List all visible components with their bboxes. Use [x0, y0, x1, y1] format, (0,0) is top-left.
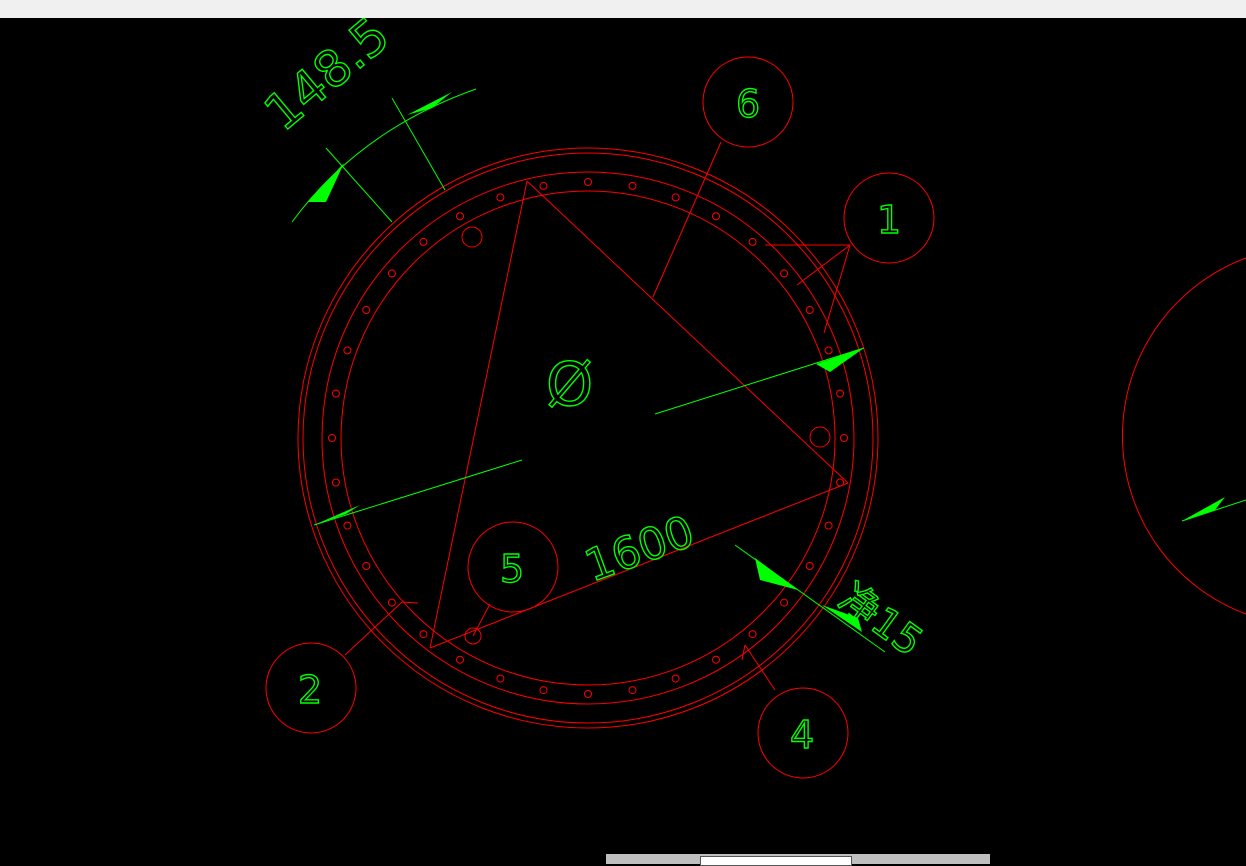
dimension-arrowheads: [308, 92, 1225, 632]
bolt-hole: [628, 181, 637, 190]
dim-clear-text: 净15: [830, 575, 931, 666]
bolt-hole: [328, 434, 336, 442]
large-hole-right: [809, 426, 831, 448]
bolt-hole: [331, 389, 340, 398]
callout-4-label: 4: [790, 713, 814, 757]
bolt-hole: [387, 598, 396, 607]
command-input-field[interactable]: [700, 856, 852, 866]
bolt-hole: [496, 193, 505, 202]
bolt-hole: [780, 269, 789, 278]
bolt-hole: [748, 630, 757, 639]
bolt-hole: [840, 434, 848, 442]
inner-triangle: [429, 180, 849, 649]
bolt-hole: [362, 306, 371, 314]
large-hole-top-left: [461, 226, 483, 248]
cad-drawing: 148.5 1600 Ø 净15 6 1 5 2 4: [253, 18, 1246, 779]
bolt-hole: [671, 674, 680, 683]
bolt-hole: [628, 686, 637, 695]
window-top-bar: [0, 0, 1246, 18]
dimension-texts: 148.5 1600 Ø 净15: [253, 18, 932, 666]
leader-lines: [344, 141, 851, 691]
bolt-circle-outer: [321, 171, 855, 705]
bolt-hole: [331, 478, 340, 487]
bolt-hole: [836, 389, 845, 398]
bolt-hole: [584, 690, 592, 698]
diameter-symbol: Ø: [546, 350, 593, 420]
bolt-hole: [805, 562, 814, 570]
bolt-hole: [419, 237, 428, 246]
bolt-hole: [387, 269, 396, 278]
callout-6-label: 6: [736, 82, 760, 126]
adjacent-flange-arc: [1122, 257, 1246, 615]
dim-diameter-text: 1600: [578, 506, 701, 592]
bolt-hole: [671, 193, 680, 202]
bolt-hole: [712, 212, 720, 221]
bolt-hole: [343, 346, 352, 355]
bolt-holes: [328, 178, 848, 698]
bolt-hole: [805, 306, 814, 314]
callout-2-label: 2: [298, 668, 322, 712]
callout-5-label: 5: [500, 547, 524, 591]
bolt-hole: [496, 674, 505, 683]
bolt-hole: [780, 598, 789, 607]
bolt-hole: [419, 630, 428, 639]
bolt-hole: [362, 562, 371, 570]
outer-circle: [297, 147, 879, 729]
bolt-circle-inner: [340, 190, 836, 686]
bolt-hole: [712, 655, 720, 664]
bolt-hole: [748, 237, 757, 246]
callout-1-label: 1: [877, 198, 901, 242]
flange-circles: [297, 147, 879, 729]
bolt-hole: [343, 521, 352, 530]
bolt-hole: [456, 212, 464, 221]
bolt-hole: [824, 346, 833, 355]
dimension-lines: [291, 88, 1246, 653]
cad-drawing-canvas[interactable]: 148.5 1600 Ø 净15 6 1 5 2 4: [0, 18, 1246, 864]
bolt-hole: [539, 686, 548, 695]
bolt-hole: [824, 521, 833, 530]
bolt-hole: [584, 178, 592, 186]
bolt-hole: [456, 655, 464, 664]
callout-texts: 6 1 5 2 4: [297, 81, 902, 757]
dim-angle-text: 148.5: [253, 18, 400, 142]
bolt-hole: [539, 181, 548, 190]
